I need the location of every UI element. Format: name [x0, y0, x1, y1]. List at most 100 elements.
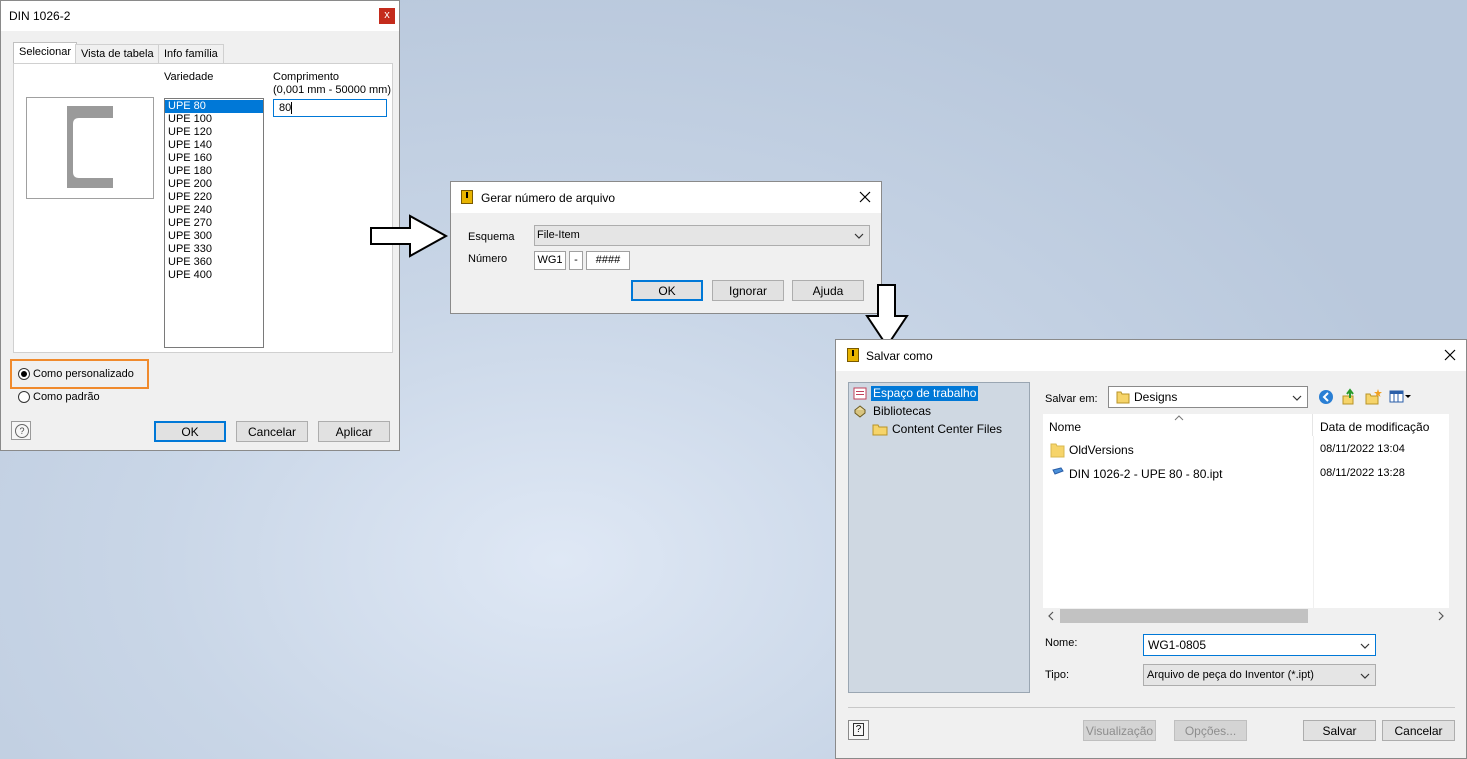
nome-label: Nome:: [1045, 637, 1078, 649]
inventor-app-icon: [847, 348, 859, 362]
file-list: Nome Data de modificação OldVersions 08/…: [1043, 414, 1449, 624]
up-folder-button[interactable]: [1341, 388, 1357, 405]
gerar-title: Gerar número de arquivo: [481, 191, 616, 205]
scroll-right-icon: [1438, 611, 1444, 621]
radio-custom-label: Como personalizado: [33, 368, 134, 380]
esquema-select[interactable]: File-Item: [534, 225, 870, 246]
list-item[interactable]: UPE 240: [165, 204, 263, 217]
workspace-icon: [853, 387, 867, 400]
list-item[interactable]: DIN 1026-2 - UPE 80 - 80.ipt 08/11/2022 …: [1043, 464, 1449, 484]
tree-label: Bibliotecas: [873, 404, 932, 418]
numero-sep: -: [574, 254, 578, 266]
close-button[interactable]: [857, 189, 873, 205]
help-button[interactable]: ?: [848, 720, 869, 740]
list-item[interactable]: UPE 180: [165, 165, 263, 178]
comprimento-range: (0,001 mm - 50000 mm): [273, 84, 391, 96]
file-date: 08/11/2022 13:04: [1320, 443, 1405, 455]
view-menu-button[interactable]: [1389, 389, 1415, 405]
col-name-label: Nome: [1049, 420, 1082, 434]
variedade-list[interactable]: UPE 80 UPE 100 UPE 120 UPE 140 UPE 160 UPE 18…: [164, 98, 264, 348]
tab-info-familia[interactable]: Info família: [158, 44, 224, 63]
ignore-button[interactable]: Ignorar: [712, 280, 784, 301]
numero-separator: -: [569, 251, 583, 270]
salvar-dialog: Salvar como Espaço de trabalho Bibliotec…: [835, 339, 1467, 759]
list-item[interactable]: OldVersions 08/11/2022 13:04: [1043, 440, 1449, 460]
tipo-value: Arquivo de peça do Inventor (*.ipt): [1147, 669, 1314, 681]
help-button[interactable]: Ajuda: [792, 280, 864, 301]
chevron-down-icon: [854, 233, 864, 239]
tab-label: Selecionar: [19, 46, 71, 58]
profile-preview: [26, 97, 154, 199]
help-button[interactable]: ?: [11, 421, 31, 440]
cancel-button[interactable]: Cancelar: [1382, 720, 1455, 741]
ok-button[interactable]: OK: [631, 280, 703, 301]
nome-input[interactable]: WG1-0805: [1143, 634, 1376, 656]
radio-como-padrao[interactable]: [18, 391, 30, 403]
close-icon: [859, 191, 871, 203]
file-date: 08/11/2022 13:28: [1320, 467, 1405, 479]
radio-como-personalizado[interactable]: [18, 368, 30, 380]
salvar-em-label: Salvar em:: [1045, 393, 1098, 405]
folder-icon: [1116, 391, 1130, 404]
comprimento-input[interactable]: 80​: [273, 99, 387, 117]
numero-prefix-field[interactable]: WG1: [534, 251, 566, 270]
arrow-right-icon: [370, 214, 449, 258]
inventor-app-icon: [461, 190, 473, 204]
preview-button[interactable]: Visualização: [1083, 720, 1156, 741]
list-item[interactable]: UPE 120: [165, 126, 263, 139]
new-folder-button[interactable]: [1365, 388, 1382, 405]
tab-vista-de-tabela[interactable]: Vista de tabela: [75, 44, 160, 63]
help-icon: ?: [15, 424, 29, 438]
apply-button[interactable]: Aplicar: [318, 421, 390, 442]
variedade-label: Variedade: [164, 71, 214, 83]
nome-value: WG1-0805: [1148, 638, 1207, 652]
gerar-titlebar: Gerar número de arquivo: [451, 182, 881, 213]
cancel-button[interactable]: Cancelar: [236, 421, 308, 442]
tab-panel: Variedade UPE 80 UPE 100 UPE 120 UPE 140 UPE…: [13, 63, 393, 353]
back-button[interactable]: [1318, 389, 1334, 405]
list-item[interactable]: UPE 360: [165, 256, 263, 269]
up-folder-icon: [1342, 388, 1354, 405]
save-button[interactable]: Salvar: [1303, 720, 1376, 741]
ok-button[interactable]: OK: [154, 421, 226, 442]
libraries-icon: [854, 405, 866, 418]
scroll-thumb[interactable]: [1060, 609, 1308, 623]
list-item[interactable]: UPE 80: [165, 100, 263, 113]
din-dialog: DIN 1026-2 x Selecionar Vista de tabela …: [0, 0, 400, 451]
column-header-name[interactable]: Nome: [1043, 414, 1313, 436]
list-item[interactable]: UPE 100: [165, 113, 263, 126]
location-tree: Espaço de trabalho Bibliotecas Content C…: [848, 382, 1030, 693]
list-item[interactable]: UPE 400: [165, 269, 263, 282]
esquema-value: File-Item: [537, 229, 580, 241]
column-header-date[interactable]: Data de modificação: [1313, 414, 1449, 436]
list-item[interactable]: UPE 160: [165, 152, 263, 165]
tipo-select[interactable]: Arquivo de peça do Inventor (*.ipt): [1143, 664, 1376, 686]
list-item[interactable]: UPE 270: [165, 217, 263, 230]
scroll-left-icon: [1048, 611, 1054, 621]
file-name: OldVersions: [1069, 443, 1134, 457]
file-name: DIN 1026-2 - UPE 80 - 80.ipt: [1069, 467, 1223, 481]
list-item[interactable]: UPE 140: [165, 139, 263, 152]
list-item[interactable]: UPE 330: [165, 243, 263, 256]
tab-selecionar[interactable]: Selecionar: [13, 42, 77, 64]
din-titlebar: DIN 1026-2 x: [1, 1, 399, 31]
upe-profile-icon: [67, 106, 113, 188]
numero-mask-field[interactable]: ####: [586, 251, 630, 270]
col-date-label: Data de modificação: [1320, 420, 1430, 434]
tipo-label: Tipo:: [1045, 669, 1070, 681]
list-item[interactable]: UPE 200: [165, 178, 263, 191]
chevron-down-icon: [1292, 395, 1302, 401]
close-button[interactable]: x: [379, 8, 395, 24]
chevron-down-icon: [1360, 643, 1370, 649]
horizontal-scrollbar[interactable]: [1043, 608, 1449, 624]
close-button[interactable]: [1442, 347, 1458, 363]
salvar-em-select[interactable]: Designs: [1108, 386, 1308, 408]
back-arrow-icon: [1319, 390, 1333, 404]
comprimento-value: 80: [279, 102, 292, 114]
folder-icon: [1050, 443, 1065, 458]
tab-label: Vista de tabela: [81, 48, 154, 60]
options-button[interactable]: Opções...: [1174, 720, 1247, 741]
gerar-dialog: Gerar número de arquivo Esquema File-Ite…: [450, 181, 882, 314]
list-item[interactable]: UPE 300: [165, 230, 263, 243]
list-item[interactable]: UPE 220: [165, 191, 263, 204]
